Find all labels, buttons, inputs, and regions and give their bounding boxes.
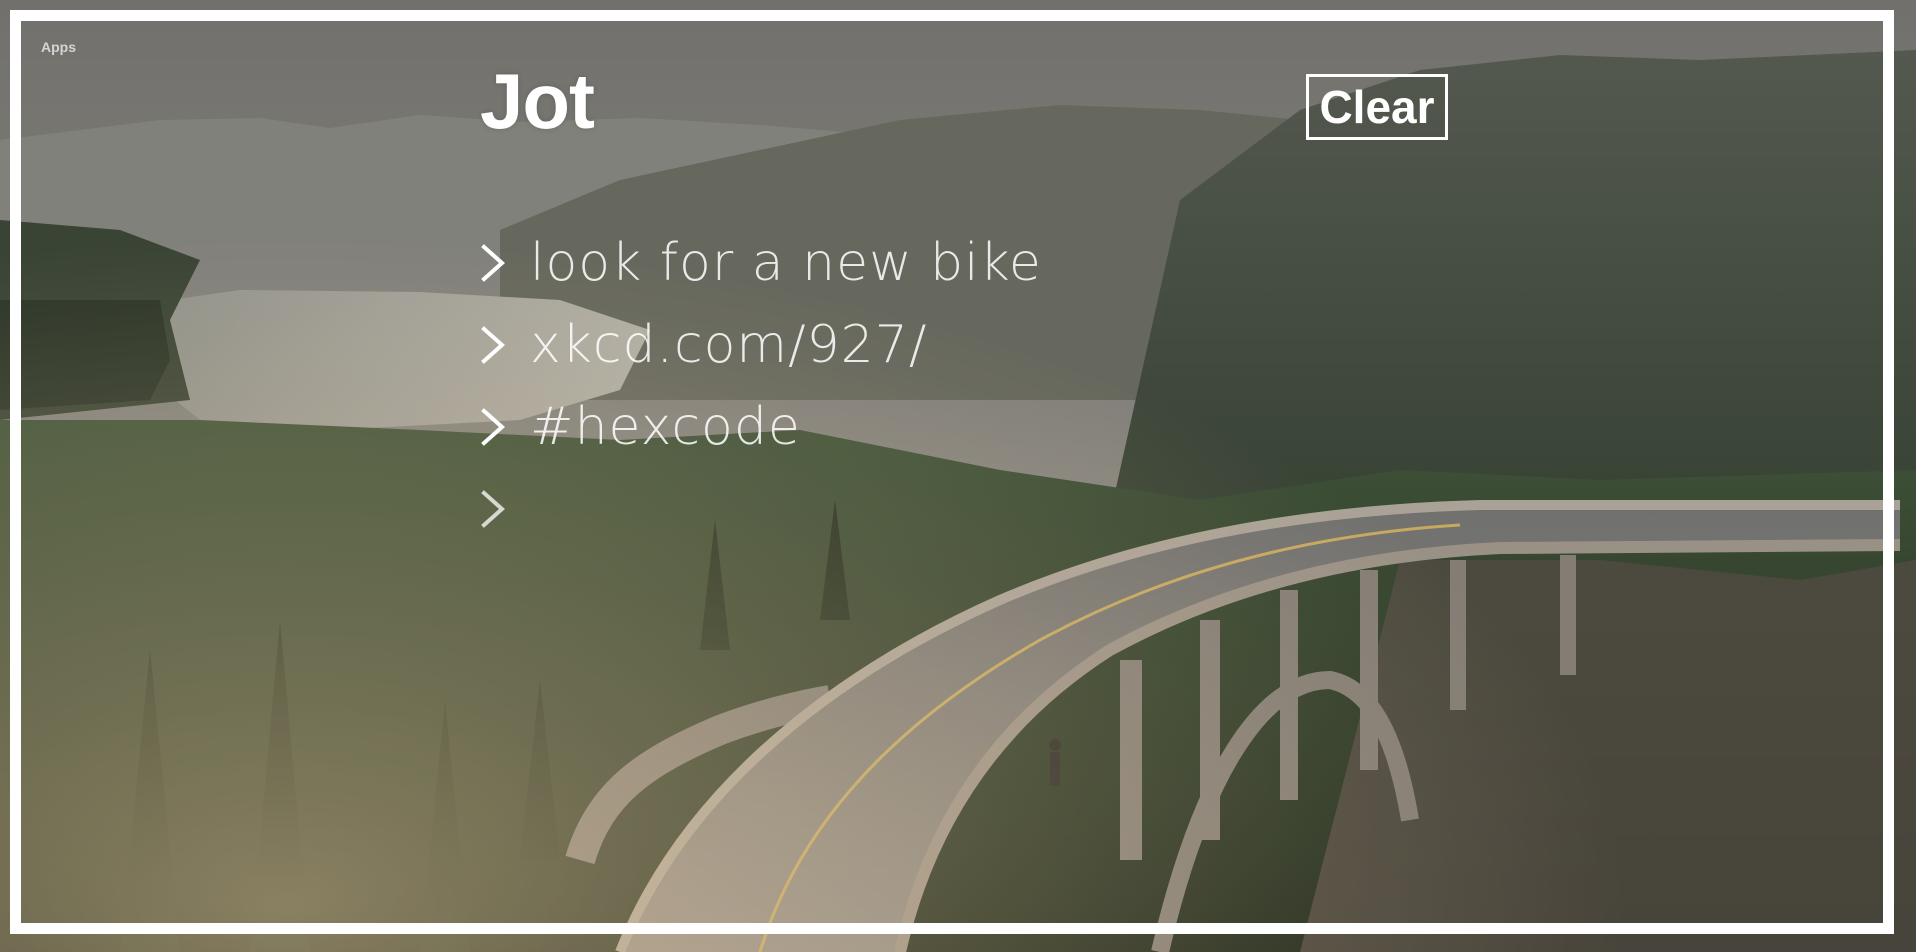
chevron-right-icon	[481, 490, 506, 528]
chevron-right-icon	[481, 326, 506, 364]
note-item[interactable]: xkcd.com/927/	[480, 304, 1042, 386]
notes-list: look for a new bike xkcd.com/927/ #hexco…	[480, 222, 1042, 550]
note-item[interactable]: look for a new bike	[480, 222, 1042, 304]
new-note-input[interactable]	[480, 468, 1042, 550]
app-title: Jot	[480, 57, 595, 145]
clear-button[interactable]: Clear	[1306, 74, 1448, 140]
chevron-right-icon	[481, 408, 506, 446]
apps-link[interactable]: Apps	[41, 39, 76, 55]
note-text: look for a new bike	[530, 233, 1042, 293]
note-item[interactable]: #hexcode	[480, 386, 1042, 468]
note-text: xkcd.com/927/	[530, 315, 928, 375]
chevron-right-icon	[481, 244, 506, 282]
note-text: #hexcode	[530, 397, 801, 457]
